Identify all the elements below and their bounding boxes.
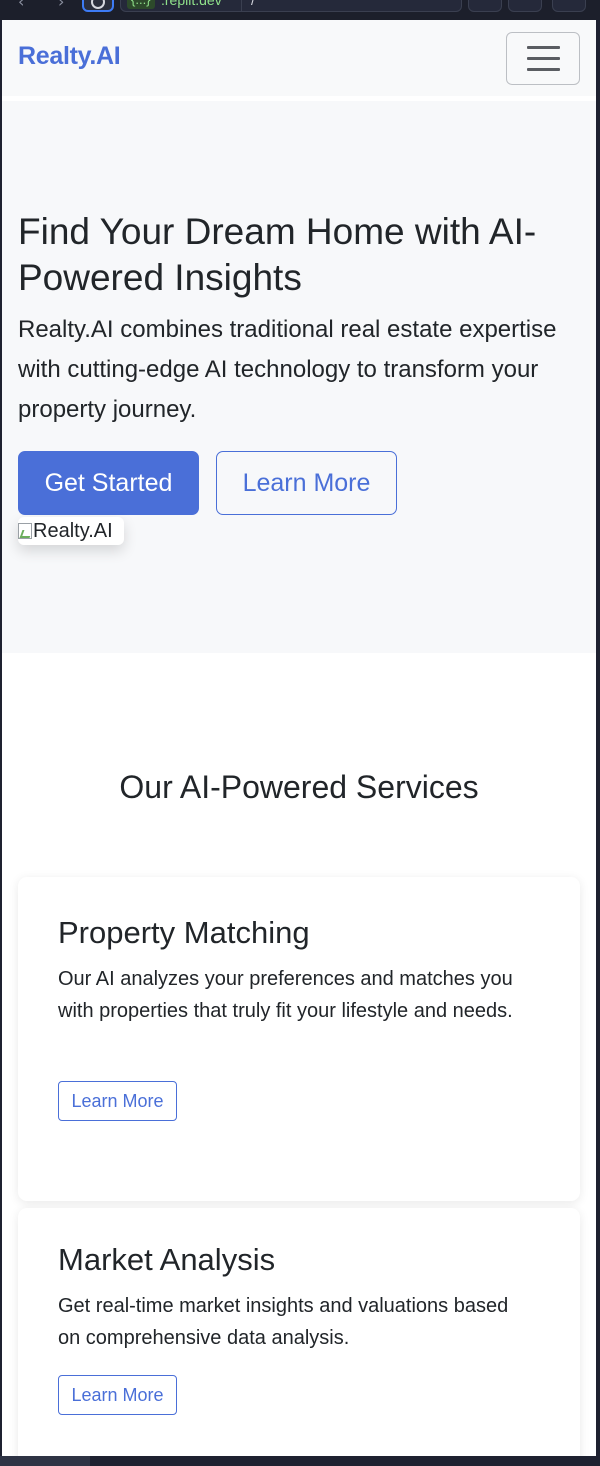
reload-button[interactable] [82, 0, 114, 12]
url-separator [241, 0, 242, 11]
browser-bottom-bar [0, 1456, 600, 1466]
hero-image-alt: Realty.AI [33, 520, 113, 542]
chevron-right-icon: › [451, 0, 455, 3]
url-host: .replit.dev [161, 0, 222, 8]
card-text: Get real-time market insights and valuat… [58, 1295, 509, 1349]
services-title: Our AI-Powered Services [119, 769, 479, 805]
edit-button[interactable] [508, 0, 542, 12]
hero-section: Find Your Dream Home with AI-Powered Ins… [2, 101, 596, 653]
navbar-brand[interactable]: Realty.AI [18, 42, 121, 71]
page-viewport: Realty.AI Find Your Dream Home with AI-P… [2, 20, 596, 1456]
hamburger-icon-bar [527, 57, 560, 60]
bottom-bar-segment [0, 1456, 90, 1466]
hamburger-icon-bar [527, 68, 560, 71]
address-bar[interactable]: {...} .replit.dev / › [120, 0, 462, 12]
hero-title: Find Your Dream Home with AI-Powered Ins… [18, 211, 537, 298]
service-card-market-analysis: Market Analysis Get real-time market ins… [18, 1208, 580, 1456]
card-title: Property Matching [58, 915, 310, 950]
service-card-property-matching: Property Matching Our AI analyzes your p… [18, 877, 580, 1201]
url-path: / [251, 0, 255, 8]
hero-lead: Realty.AI combines traditional real esta… [18, 316, 557, 423]
card-text: Our AI analyzes your preferences and mat… [58, 968, 513, 1022]
broken-image-icon [18, 523, 32, 539]
devices-button[interactable] [468, 0, 502, 12]
hero-image: Realty.AI [18, 517, 124, 545]
browser-toolbar: ‹ › {...} .replit.dev / › [0, 0, 600, 20]
navbar-toggler-button[interactable] [506, 32, 580, 85]
card-learn-more-button[interactable]: Learn More [58, 1375, 177, 1415]
card-learn-more-button[interactable]: Learn More [58, 1081, 177, 1121]
reload-icon [91, 0, 105, 9]
card-title: Market Analysis [58, 1242, 276, 1277]
hamburger-icon-bar [527, 46, 560, 49]
back-arrow-icon[interactable]: ‹ [18, 0, 24, 11]
navbar: Realty.AI [2, 20, 596, 96]
get-started-button[interactable]: Get Started [18, 451, 199, 515]
url-tag: {...} [127, 0, 155, 9]
learn-more-button[interactable]: Learn More [216, 451, 397, 515]
share-button[interactable] [552, 0, 586, 12]
forward-arrow-icon[interactable]: › [58, 0, 64, 11]
